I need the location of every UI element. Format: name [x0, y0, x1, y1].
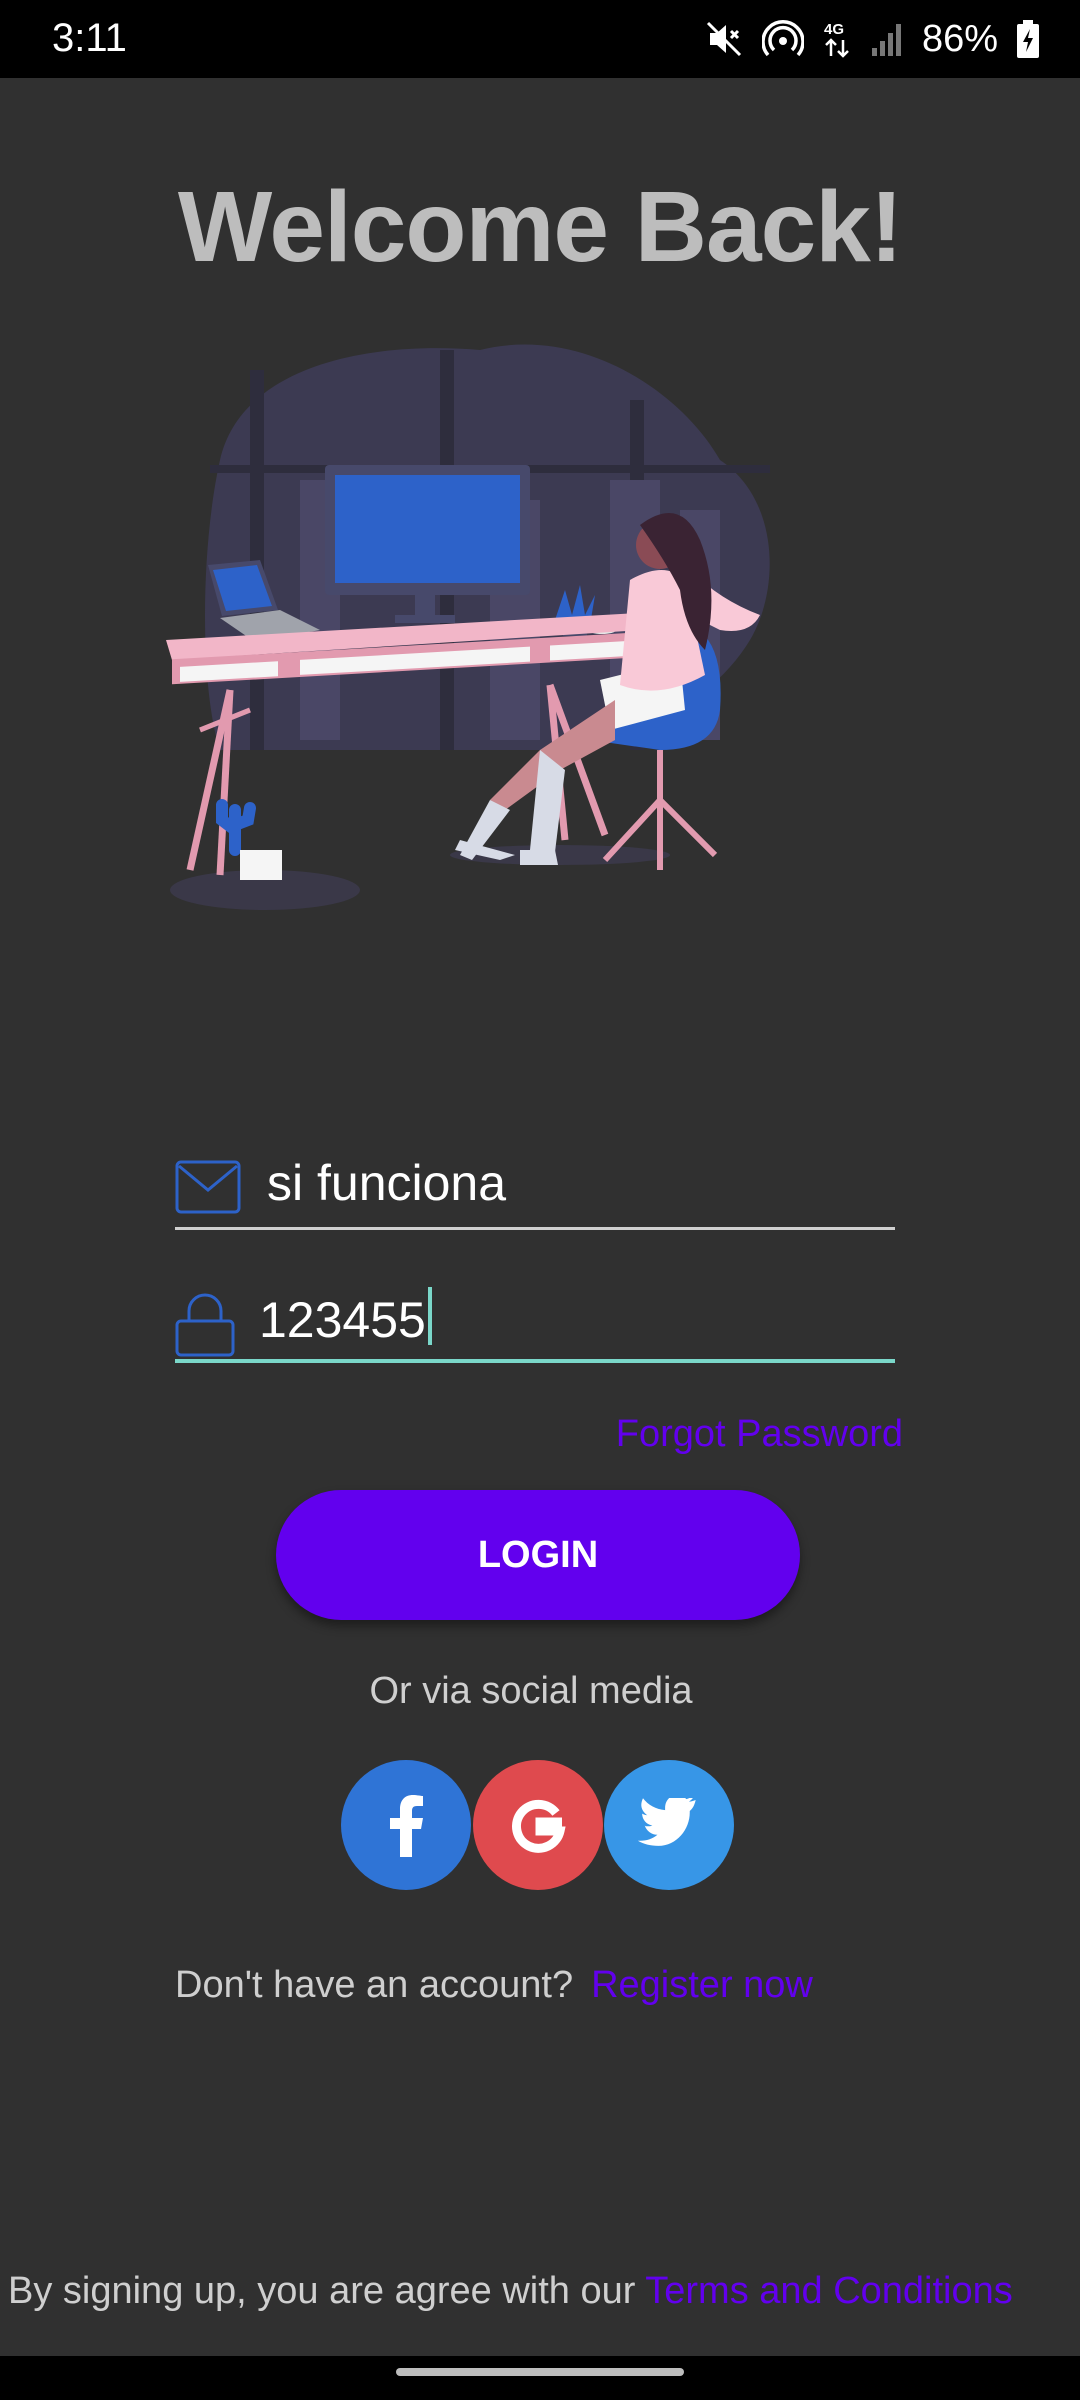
password-text: 123455 [259, 1292, 426, 1348]
signal-icon [871, 24, 901, 56]
terms-row: By signing up, you are agree with our Te… [8, 2270, 1013, 2313]
google-icon [512, 1799, 566, 1853]
social-label: Or via social media [369, 1670, 693, 1712]
status-bar: 3:11 4G 86% [0, 0, 1080, 78]
navigation-bar [0, 2356, 1080, 2400]
workspace-illustration [166, 344, 770, 910]
mute-icon [706, 21, 741, 57]
facebook-button[interactable] [341, 1760, 471, 1890]
hotspot-icon [761, 20, 804, 57]
text-caret [427, 1287, 432, 1345]
page-title: Welcome Back! [177, 171, 903, 283]
battery-charging-icon [1017, 20, 1039, 58]
mail-icon [175, 1160, 241, 1214]
4g-icon: 4G [824, 21, 849, 58]
lock-icon [175, 1293, 235, 1357]
register-row: Don't have an account? Register now [175, 1964, 813, 2007]
home-indicator[interactable] [396, 2368, 684, 2376]
email-underline [175, 1227, 895, 1230]
register-link[interactable]: Register now [591, 1964, 813, 2006]
terms-prefix: By signing up, you are agree with our [8, 2270, 636, 2312]
terms-link[interactable]: Terms and Conditions [645, 2270, 1013, 2312]
status-time: 3:11 [52, 16, 127, 60]
email-field[interactable]: si funciona [175, 1150, 895, 1230]
password-field[interactable]: 123455 [175, 1283, 895, 1363]
password-underline [175, 1359, 895, 1363]
battery-percent: 86% [921, 17, 998, 60]
facebook-icon [390, 1795, 423, 1857]
email-input-value[interactable]: si funciona [267, 1154, 506, 1212]
twitter-button[interactable] [604, 1760, 734, 1890]
login-button[interactable]: LOGIN [276, 1490, 800, 1620]
forgot-password-link[interactable]: Forgot Password [616, 1413, 903, 1456]
svg-text:4G: 4G [824, 21, 844, 38]
twitter-icon [637, 1798, 696, 1846]
google-button[interactable] [473, 1760, 603, 1890]
password-input-value[interactable]: 123455 [259, 1287, 432, 1349]
register-prompt: Don't have an account? [175, 1964, 574, 2006]
status-icons: 4G 86% [704, 14, 1040, 64]
